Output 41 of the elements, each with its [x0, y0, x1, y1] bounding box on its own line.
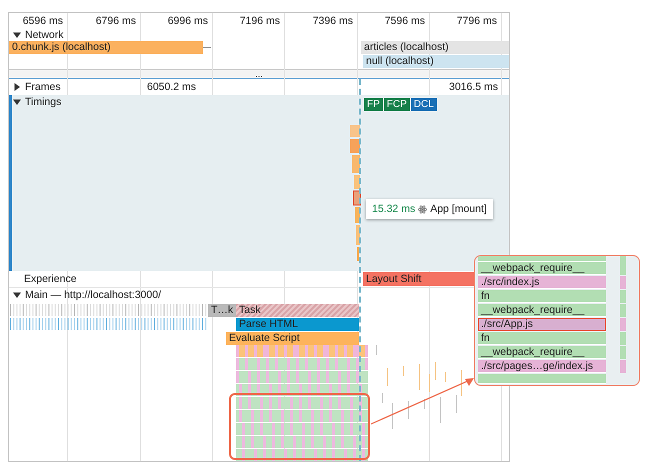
call-frame[interactable]: fn	[478, 290, 606, 303]
call-frame[interactable]: ./src/index.js	[478, 276, 606, 289]
time-tick-label: 6796 ms	[94, 15, 136, 27]
disclosure-triangle-icon[interactable]	[13, 31, 21, 39]
track-label: Experience	[24, 273, 77, 285]
time-tick-label: 7196 ms	[238, 15, 280, 27]
call-frame[interactable]: __webpack_require__	[478, 262, 606, 275]
time-tick-label: 7796 ms	[456, 15, 497, 27]
call-frame[interactable]: __webpack_require__	[478, 346, 606, 359]
flame-event[interactable]: Parse HTML	[236, 318, 359, 331]
resize-handle[interactable]: ...	[9, 69, 509, 79]
flame-event[interactable]: T…k	[208, 304, 236, 317]
call-frame[interactable]: __webpack_require__	[478, 304, 606, 317]
timing-marker[interactable]: DCL	[410, 98, 437, 111]
flame-event[interactable]: Task	[236, 304, 359, 317]
time-tick-label: 6596 ms	[22, 15, 63, 27]
call-frame[interactable]: ./src/App.js	[478, 318, 606, 331]
timing-marker[interactable]: FCP	[384, 98, 410, 111]
time-tick-label: 6996 ms	[166, 15, 208, 27]
atom-icon	[418, 204, 428, 214]
disclosure-triangle-icon[interactable]	[13, 83, 21, 91]
flame-event[interactable]: Evaluate Script	[226, 332, 359, 345]
track-label: Network	[25, 29, 64, 41]
tooltip-duration: 15.32 ms	[372, 203, 416, 215]
layout-shift-bar[interactable]: Layout Shift	[363, 272, 476, 286]
timing-marker[interactable]: FP	[364, 98, 383, 111]
track-label: Frames	[25, 81, 61, 93]
track-label: Timings	[25, 96, 62, 108]
disclosure-triangle-icon[interactable]	[13, 291, 21, 299]
disclosure-triangle-icon[interactable]	[13, 98, 21, 106]
time-tick-label: 7596 ms	[384, 15, 425, 27]
track-label: Main — http://localhost:3000/	[25, 289, 161, 301]
tooltip-label: App [mount]	[430, 203, 487, 215]
call-frame[interactable]: ./src/pages…ge/index.js	[478, 360, 606, 373]
network-request-bar[interactable]: 0.chunk.js (localhost)	[9, 41, 203, 54]
frame-duration: 3016.5 ms	[449, 81, 498, 93]
call-frame[interactable]: fn	[478, 332, 606, 345]
network-request-bar[interactable]: articles (localhost)	[361, 41, 509, 54]
frame-duration: 6050.2 ms	[147, 81, 196, 93]
network-request-bar[interactable]: null (localhost)	[363, 55, 509, 68]
time-tick-label: 7396 ms	[312, 15, 353, 27]
